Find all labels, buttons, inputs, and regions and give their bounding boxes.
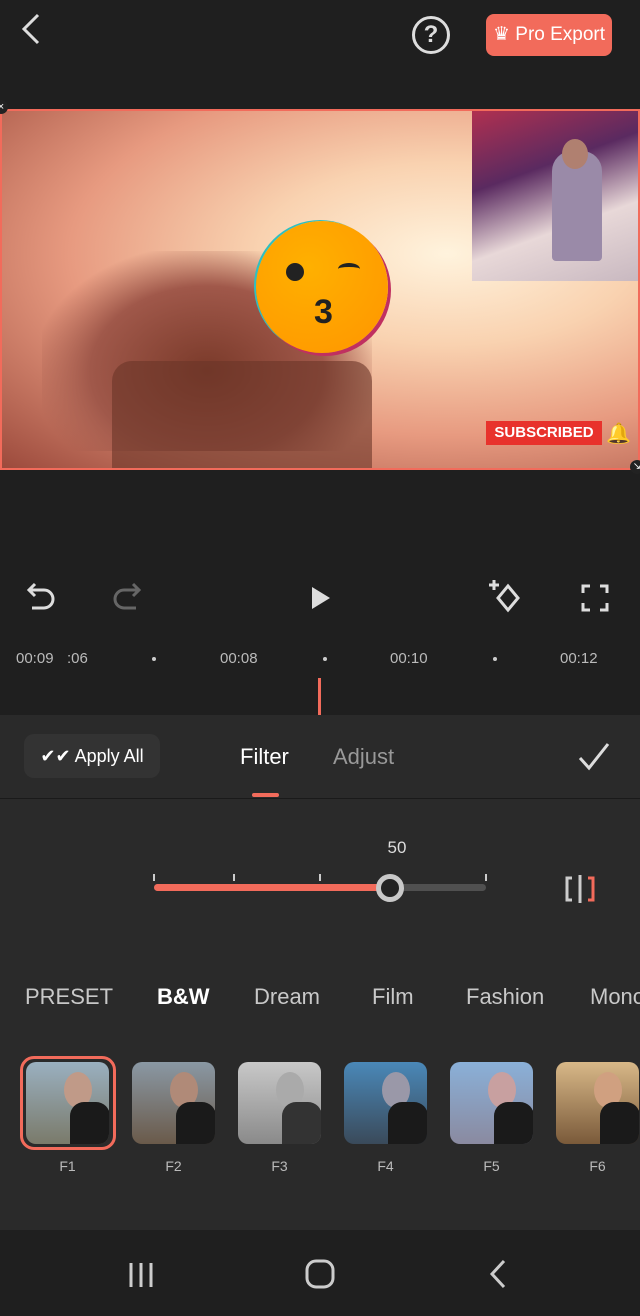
emoji-wink [338,263,360,275]
play-icon[interactable] [300,578,340,618]
filter-thumb-f1[interactable] [26,1062,109,1144]
filter-label: F3 [271,1158,288,1174]
intensity-slider-fill [154,884,390,891]
picture-in-picture-overlay[interactable] [472,111,638,281]
crown-icon: ♛ [492,24,516,45]
bell-icon: 🔔 [606,423,631,445]
timeline-label: 00:09 [16,650,54,667]
category-bw[interactable]: B&W [157,984,210,1010]
recent-apps-icon[interactable] [126,1260,156,1290]
slider-tick [153,874,155,881]
slider-value: 50 [387,838,407,857]
active-tab-indicator [252,793,279,797]
video-preview[interactable]: 3 SUBSCRIBED 🔔 [0,109,640,470]
category-mono[interactable]: Mono [590,984,640,1010]
resize-handle-icon[interactable]: ↘ [630,460,640,474]
timeline-label: 00:10 [390,650,428,667]
slider-tick [485,874,487,881]
emoji-sticker[interactable]: 3 [256,221,388,353]
filter-label: F5 [483,1158,500,1174]
tab-adjust[interactable]: Adjust [333,744,394,770]
timeline-label: 00:08 [220,650,258,667]
category-fashion[interactable]: Fashion [466,984,544,1010]
undo-icon[interactable] [20,578,60,618]
emoji-mouth: 3 [314,293,333,331]
pip-head [562,139,588,169]
home-icon[interactable] [304,1258,336,1290]
category-preset[interactable]: PRESET [25,984,113,1010]
back-icon[interactable] [16,12,46,46]
filter-label: F4 [377,1158,394,1174]
apply-all-button[interactable]: ✔✔ Apply All [24,734,160,778]
timeline-dot [152,657,156,661]
tab-filter[interactable]: Filter [240,744,289,770]
filter-thumb-f4[interactable] [344,1062,427,1144]
add-keyframe-icon[interactable] [488,578,528,618]
pot-image [112,361,372,468]
filter-label: F2 [165,1158,182,1174]
fullscreen-icon[interactable] [575,578,615,618]
filter-label: F1 [59,1158,76,1174]
slider-tick [319,874,321,881]
top-bar: ? ♛ Pro Export [0,0,640,100]
compare-split-icon[interactable] [562,874,598,904]
filter-thumb-f6[interactable] [556,1062,639,1144]
timeline-dot [323,657,327,661]
emoji-eye [286,263,304,281]
help-button[interactable]: ? [412,16,450,54]
filter-panel [0,715,640,1230]
system-nav-bar [0,1230,640,1316]
filter-thumb-f2[interactable] [132,1062,215,1144]
redo-icon[interactable] [108,578,148,618]
check-icon[interactable] [576,740,612,774]
divider [0,798,640,799]
playhead[interactable] [318,678,321,715]
slider-tick [233,874,235,881]
category-film[interactable]: Film [372,984,414,1010]
filter-label: F6 [589,1158,606,1174]
back-icon[interactable] [486,1258,510,1290]
double-check-icon: ✔✔ [40,746,71,766]
intensity-slider-knob[interactable] [376,874,404,902]
category-dream[interactable]: Dream [254,984,320,1010]
timeline-dot [493,657,497,661]
timeline-label: :06 [67,650,88,667]
subscribed-sticker[interactable]: SUBSCRIBED [486,421,602,445]
filter-thumb-f3[interactable] [238,1062,321,1144]
timeline-label: 00:12 [560,650,598,667]
filter-thumb-f5[interactable] [450,1062,533,1144]
pro-export-button[interactable]: ♛ Pro Export [486,14,612,56]
